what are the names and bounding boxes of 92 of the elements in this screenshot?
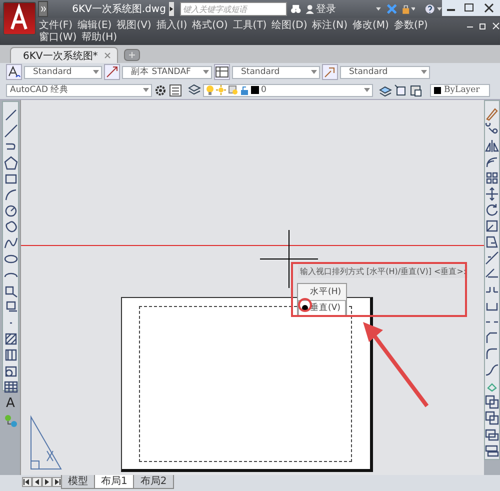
binoculars-icon[interactable]	[290, 3, 301, 15]
menu-item[interactable]: 帮助(H)	[80, 32, 118, 43]
style-dropdown[interactable]: 副本 STANDAF	[122, 66, 212, 78]
color-dropdown[interactable]: ByLayer	[430, 84, 490, 96]
blend-curve-icon[interactable]	[485, 363, 499, 377]
fillet-icon[interactable]	[485, 347, 499, 361]
insert-block-icon[interactable]	[4, 284, 18, 298]
menu-item[interactable]: 文件(F)	[38, 20, 74, 32]
text-tool[interactable]: A	[4, 396, 18, 412]
ellipse-icon[interactable]	[4, 252, 18, 266]
trim-icon[interactable]	[485, 251, 499, 265]
layout-tab[interactable]: 布局2	[133, 475, 174, 489]
spline-icon[interactable]	[4, 236, 18, 250]
bring-front-icon[interactable]	[485, 395, 499, 409]
pencil-icon[interactable]	[485, 107, 499, 121]
workspace-dropdown[interactable]: AutoCAD 经典	[6, 84, 152, 96]
sun-icon[interactable]	[216, 85, 226, 95]
layout-tab[interactable]: 模型	[61, 475, 95, 489]
chamfer-icon[interactable]	[485, 331, 499, 345]
lightbulb-icon[interactable]	[206, 84, 214, 96]
workspace-icon[interactable]	[169, 84, 182, 96]
layout-tab[interactable]: 布局1	[94, 475, 134, 489]
user-icon[interactable]	[304, 3, 314, 15]
gear-icon[interactable]	[154, 84, 167, 96]
menu-item[interactable]: 窗口(W)	[38, 32, 78, 43]
sign-in-link[interactable]: 登录	[316, 2, 336, 16]
window-title: 6KV一次系统图.dwg	[72, 2, 166, 16]
last-page-icon[interactable]	[52, 477, 62, 487]
construction-line-icon[interactable]	[4, 124, 18, 138]
menu-item[interactable]: 插入(I)	[155, 20, 188, 32]
layer-dropdown[interactable]: 0	[203, 84, 373, 96]
menu-item[interactable]: 标注(N)	[311, 20, 349, 32]
next-page-icon[interactable]	[42, 477, 52, 487]
mirror-icon[interactable]	[485, 139, 499, 153]
viewport-layer-icon[interactable]	[228, 85, 238, 95]
hatch-icon[interactable]	[4, 332, 18, 346]
scale-icon[interactable]	[485, 219, 499, 233]
region-icon[interactable]	[4, 364, 18, 378]
gradient-icon[interactable]	[4, 348, 18, 362]
layer-manager-icon[interactable]	[188, 84, 201, 96]
document-tab[interactable]: 6KV一次系统图*	[10, 47, 118, 63]
menu-item[interactable]: 工具(T)	[232, 20, 268, 32]
crosshair-cursor	[260, 230, 318, 288]
menu-item[interactable]: 参数(P)	[392, 20, 429, 32]
make-current-icon[interactable]	[394, 84, 407, 96]
menu-item[interactable]: 绘图(D)	[270, 20, 308, 32]
new-tab-icon[interactable]	[124, 49, 140, 61]
stretch-icon[interactable]	[485, 235, 499, 249]
menu-item[interactable]: 格式(O)	[191, 20, 229, 32]
menu-item[interactable]: 编辑(E)	[76, 20, 113, 32]
send-back-icon[interactable]	[485, 411, 499, 425]
table-style-icon[interactable]	[214, 64, 230, 80]
cloud-icon[interactable]	[4, 220, 18, 234]
color-swatch-icon[interactable]	[251, 86, 259, 94]
style-dropdown[interactable]: Standard	[24, 66, 102, 78]
rotate-icon[interactable]	[485, 203, 499, 217]
polygon-icon[interactable]	[4, 156, 18, 170]
table-icon[interactable]	[4, 380, 18, 394]
lock-icon[interactable]	[400, 3, 411, 15]
ucs-icon	[29, 415, 63, 471]
rectangle-icon[interactable]	[4, 172, 18, 186]
layer-previous-icon[interactable]	[409, 84, 422, 96]
caret-icon[interactable]	[168, 2, 174, 16]
expand-icon[interactable]	[38, 1, 48, 17]
move-icon[interactable]	[485, 187, 499, 201]
style-dropdown[interactable]: Standard	[340, 66, 430, 78]
dimension-style-icon[interactable]	[104, 64, 120, 80]
make-block-icon[interactable]	[4, 300, 18, 314]
layer-state-icon[interactable]	[379, 84, 392, 96]
restore-icon[interactable]	[479, 22, 487, 30]
menu-item[interactable]: 视图(V)	[116, 20, 152, 32]
arc-icon[interactable]	[4, 188, 18, 202]
application-logo-icon[interactable]	[3, 2, 36, 35]
array-icon[interactable]	[485, 171, 499, 185]
menu-item[interactable]: 修改(M)	[352, 20, 390, 32]
offset-icon[interactable]	[485, 155, 499, 169]
highlight-circle	[298, 298, 312, 312]
first-page-icon[interactable]	[22, 477, 32, 487]
line-icon[interactable]	[4, 108, 18, 122]
help-icon[interactable]	[425, 3, 436, 15]
text-front-icon[interactable]	[485, 427, 499, 441]
unlock-icon[interactable]	[240, 85, 249, 95]
text-style-icon[interactable]	[6, 64, 22, 80]
layer-name: 0	[261, 85, 266, 95]
style-dropdown[interactable]: Standard	[232, 66, 320, 78]
multileader-style-icon[interactable]	[322, 64, 338, 80]
menu-option[interactable]: 水平(H)	[298, 284, 346, 300]
dimension-front-icon[interactable]	[485, 443, 499, 457]
search-field[interactable]: 键入关键字或短语	[180, 2, 287, 16]
previous-page-icon[interactable]	[32, 477, 42, 487]
color-swatch-icon[interactable]	[434, 86, 441, 94]
command-prompt: 输入视口排列方式 [水平(H)/垂直(V)] <垂直>:	[298, 265, 468, 278]
